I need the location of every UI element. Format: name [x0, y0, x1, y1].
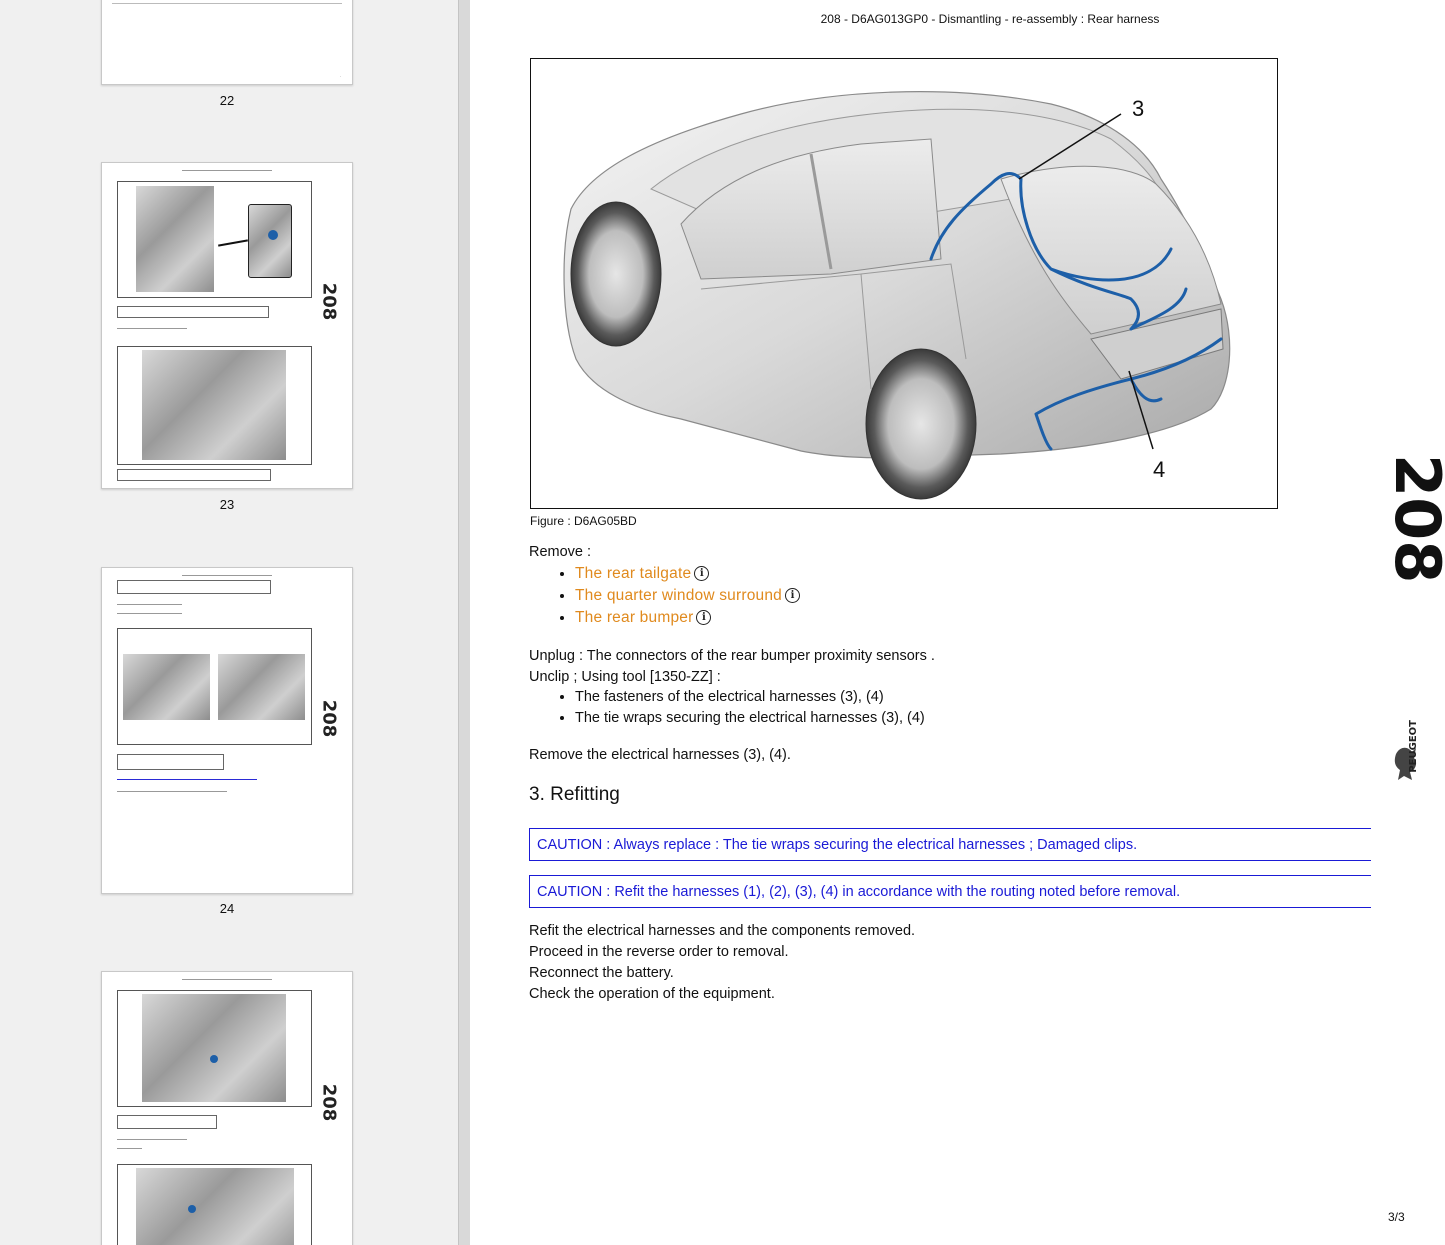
remove-harness-text: Remove the electrical harnesses (3), (4)… — [529, 747, 791, 763]
mini-table — [117, 1115, 217, 1129]
body-line: Reconnect the battery. — [529, 965, 674, 981]
document-title: 208 - D6AG013GP0 - Dismantling - re-asse… — [820, 12, 1160, 26]
brand-model: 208 — [1388, 454, 1443, 583]
mini-photo — [142, 994, 286, 1102]
front-wheel — [570, 201, 662, 347]
mini-photo — [123, 654, 210, 720]
rear-wheel — [865, 348, 977, 500]
unclip-text: Unclip ; Using tool [1350-ZZ] : — [529, 669, 721, 685]
thumbnail-sidebar[interactable]: · 22 208 23 208 24 208 — [0, 0, 458, 1245]
mini-text-line — [117, 613, 182, 614]
mini-table — [117, 469, 271, 481]
remove-label: Remove : — [529, 544, 592, 560]
mini-rule — [112, 3, 342, 4]
mini-header — [182, 979, 272, 980]
brand-logo: 208 PEUGEOT — [1381, 450, 1445, 800]
mini-marker — [210, 1055, 218, 1063]
mini-header — [182, 575, 272, 576]
mini-table — [117, 754, 224, 770]
mini-text-line — [117, 604, 182, 605]
page-count: 3/3 — [1388, 1210, 1405, 1224]
link-rear-bumper[interactable]: The rear bumper — [575, 609, 693, 626]
mini-text-line — [117, 1139, 187, 1140]
thumbnail-page-number: 22 — [219, 93, 235, 108]
figure-caption: Figure : D6AG05BD — [530, 514, 637, 528]
mini-figure — [117, 1164, 312, 1245]
mini-figure — [117, 346, 312, 465]
mini-photo-zoom — [248, 204, 292, 278]
info-icon[interactable]: i — [694, 566, 710, 581]
thumbnail-page-number: 23 — [219, 497, 235, 512]
caution-box: CAUTION : Refit the harnesses (1), (2), … — [529, 875, 1371, 908]
list-item: The fasteners of the electrical harnesse… — [575, 687, 925, 708]
info-icon[interactable]: i — [785, 588, 801, 603]
mini-figure — [117, 990, 312, 1107]
mini-text-line — [117, 328, 187, 329]
body-line: Check the operation of the equipment. — [529, 986, 775, 1002]
unclip-list: The fasteners of the electrical harnesse… — [529, 687, 925, 729]
mini-brand-logo: 208 — [318, 282, 340, 321]
section-heading-refitting: 3. Refitting — [529, 784, 620, 805]
mini-text-line — [117, 791, 227, 792]
list-item: The tie wraps securing the electrical ha… — [575, 708, 925, 729]
mini-brand-logo: 208 — [318, 1083, 340, 1122]
thumbnail-page-23[interactable]: 208 — [101, 162, 353, 489]
mini-table — [117, 306, 269, 318]
list-item: The quarter window surroundi — [575, 585, 801, 607]
list-item: The rear tailgatei — [575, 563, 800, 585]
info-icon[interactable]: i — [696, 610, 712, 625]
remove-list: The rear tailgatei The quarter window su… — [529, 563, 801, 629]
unplug-text: Unplug : The connectors of the rear bump… — [529, 648, 935, 664]
mini-caution-line — [117, 779, 257, 780]
thumbnail-page-number: 24 — [219, 901, 235, 916]
callout-4: 4 — [1153, 457, 1165, 482]
mini-header — [182, 170, 272, 171]
document-page: 208 - D6AG013GP0 - Dismantling - re-asse… — [470, 0, 1445, 1245]
mini-photo — [136, 186, 214, 292]
callout-3: 3 — [1132, 96, 1144, 121]
mini-figure — [117, 628, 312, 745]
link-rear-tailgate[interactable]: The rear tailgate — [575, 565, 691, 582]
mini-photo — [136, 1168, 294, 1245]
thumbnail-page-24[interactable]: 208 — [101, 567, 353, 894]
body-line: Proceed in the reverse order to removal. — [529, 944, 789, 960]
mini-brand-logo: 208 — [318, 699, 340, 738]
thumbnail-page-25[interactable]: 208 — [101, 971, 353, 1245]
sidebar-splitter[interactable] — [458, 0, 470, 1245]
figure-rear-harness: 3 4 — [530, 58, 1278, 509]
link-quarter-window-surround[interactable]: The quarter window surround — [575, 587, 782, 604]
mini-arrow — [218, 239, 248, 247]
mini-page-mark: · — [340, 75, 342, 79]
caution-box: CAUTION : Always replace : The tie wraps… — [529, 828, 1371, 861]
car-illustration: 3 4 — [563, 91, 1231, 500]
mini-photo — [218, 654, 305, 720]
thumbnail-page-22[interactable]: · — [101, 0, 353, 85]
mini-photo — [142, 350, 286, 460]
mini-table — [117, 580, 271, 594]
list-item: The rear bumperi — [575, 607, 800, 629]
body-line: Refit the electrical harnesses and the c… — [529, 923, 916, 939]
mini-text-line — [117, 1148, 142, 1149]
brand-name: PEUGEOT — [1408, 720, 1419, 773]
mini-marker — [268, 230, 278, 240]
mini-marker — [188, 1205, 196, 1213]
mini-figure — [117, 181, 312, 298]
